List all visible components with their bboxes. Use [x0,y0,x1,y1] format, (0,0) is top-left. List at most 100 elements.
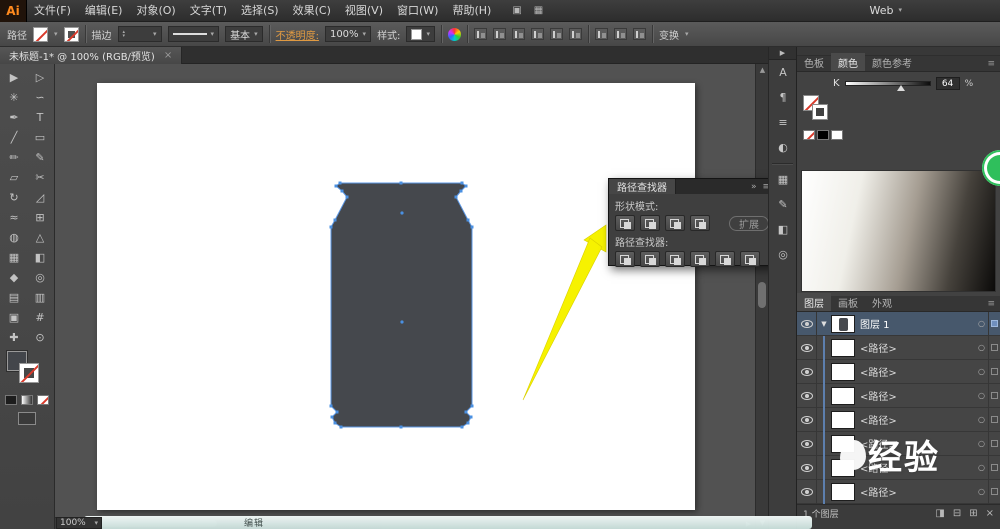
blend-tool-icon[interactable]: ◎ [27,267,53,287]
direct-selection-tool-icon[interactable]: ▷ [27,67,53,87]
symbols-panel-icon[interactable]: ▦ [769,167,797,192]
color-mode-icon[interactable] [5,395,17,405]
tab-swatches[interactable]: 色板 [797,53,831,71]
width-tool-icon[interactable]: ≈ [1,207,27,227]
target-icon[interactable]: ○ [978,463,985,472]
scale-tool-icon[interactable]: ◿ [27,187,53,207]
perspective-grid-tool-icon[interactable]: △ [27,227,53,247]
color-spectrum-ramp[interactable] [801,170,996,292]
close-icon[interactable]: × [164,50,172,61]
delete-layer-icon[interactable]: × [986,508,994,519]
none-swatch[interactable] [803,130,815,140]
rotate-tool-icon[interactable]: ↻ [1,187,27,207]
free-transform-tool-icon[interactable]: ⊞ [27,207,53,227]
stroke-color-swatch[interactable] [63,26,79,42]
align-right-icon[interactable] [511,28,525,40]
magic-wand-tool-icon[interactable]: ✳ [1,87,27,107]
minus-front-icon[interactable] [640,215,660,231]
symbol-sprayer-tool-icon[interactable]: ▤ [1,287,27,307]
outline-icon[interactable] [715,251,735,267]
brush-definition-dropdown[interactable]: 基本 ▾ [225,26,263,42]
layer-thumbnail[interactable] [831,338,855,357]
eraser-tool-icon[interactable]: ▱ [1,167,27,187]
target-icon[interactable]: ○ [978,415,985,424]
merge-icon[interactable] [665,251,685,267]
mesh-tool-icon[interactable]: ▦ [1,247,27,267]
target-icon[interactable]: ○ [978,391,985,400]
make-mask-icon[interactable]: ◨ [935,508,944,519]
panel-menu-icon[interactable]: ≡ [762,182,768,192]
layer-name[interactable]: <路径> [860,484,897,499]
selection-column[interactable] [988,479,1000,504]
visibility-toggle[interactable] [797,383,817,408]
gradient-panel-icon[interactable]: ◧ [769,217,797,242]
style-dropdown[interactable]: ▾ [406,26,435,42]
stroke-width-input[interactable]: ▴ ▾ ▾ [117,26,162,42]
menu-select[interactable]: 选择(S) [234,0,286,22]
distribute-spacing-icon[interactable] [632,28,646,40]
layer-row[interactable]: <路径> ○ [797,359,1000,384]
layer-row[interactable]: <路径> ○ [797,479,1000,504]
visibility-toggle[interactable] [797,359,817,384]
eyedropper-tool-icon[interactable]: ◆ [1,267,27,287]
layer-row[interactable]: <路径> ○ [797,407,1000,432]
tab-artboards[interactable]: 画板 [831,293,865,311]
pathfinder-header[interactable]: 路径查找器 » ≡ [609,179,768,194]
layer-thumbnail[interactable] [831,386,855,405]
expand-button[interactable]: 扩展 [729,215,768,231]
target-icon[interactable]: ○ [978,487,985,496]
stepper-icon[interactable]: ▴ ▾ [123,30,126,39]
menu-edit[interactable]: 编辑(E) [78,0,130,22]
distribute-vertical-icon[interactable] [613,28,627,40]
appearance-panel-icon[interactable]: ◎ [769,242,797,267]
stroke-panel-icon[interactable]: ≡ [769,110,797,135]
layer-thumbnail[interactable] [831,458,855,477]
gradient-mode-icon[interactable] [21,395,33,405]
collapse-panel-icon[interactable]: » [751,182,757,192]
tab-appearance[interactable]: 外观 [865,293,899,311]
opacity-dropdown[interactable]: 100% ▾ [324,26,372,42]
rectangle-tool-icon[interactable]: ▭ [27,127,53,147]
none-mode-icon[interactable] [37,395,49,405]
workspace-switcher[interactable]: Web ▾ [870,4,903,17]
layer-row[interactable]: <路径> ○ [797,383,1000,408]
intersect-icon[interactable] [665,215,685,231]
layer-name[interactable]: <路径> [860,388,897,403]
layer-name[interactable]: <路径> [860,436,897,451]
brushes-panel-icon[interactable]: ✎ [769,192,797,217]
visibility-toggle[interactable] [797,455,817,480]
k-value-input[interactable]: 64 [935,77,960,90]
divide-icon[interactable] [615,251,635,267]
k-slider[interactable] [844,78,931,91]
selection-column[interactable] [988,407,1000,432]
layer-thumbnail[interactable] [831,482,855,501]
paintbrush-tool-icon[interactable]: ✏ [1,147,27,167]
layer-name[interactable]: <路径> [860,412,897,427]
pathfinder-tab[interactable]: 路径查找器 [609,179,676,194]
visibility-toggle[interactable] [797,479,817,504]
layer-thumbnail[interactable] [831,410,855,429]
tab-layers[interactable]: 图层 [797,293,831,311]
layer-name[interactable]: 图层 1 [860,316,890,331]
selection-column[interactable] [988,455,1000,480]
pencil-tool-icon[interactable]: ✎ [27,147,53,167]
gradient-tool-icon[interactable]: ◧ [27,247,53,267]
layer-row[interactable]: <路径> ○ [797,455,1000,480]
fill-caret-icon[interactable]: ▾ [54,30,58,38]
align-bottom-icon[interactable] [568,28,582,40]
menu-help[interactable]: 帮助(H) [445,0,498,22]
selection-tool-icon[interactable]: ▶ [1,67,27,87]
document-tab[interactable]: 未标题-1* @ 100% (RGB/预览) × [0,47,183,64]
target-icon[interactable]: ○ [978,439,985,448]
menu-effect[interactable]: 效果(C) [286,0,338,22]
expand-toggle[interactable]: ▼ [817,312,831,336]
selection-column[interactable] [988,431,1000,456]
new-sublayer-icon[interactable]: ⊟ [953,508,961,519]
visibility-toggle[interactable] [797,311,817,336]
align-center-icon[interactable] [492,28,506,40]
layer-thumbnail[interactable] [831,314,855,333]
selection-column[interactable] [988,383,1000,408]
panel-menu-icon[interactable]: ≡ [982,299,1000,311]
pen-tool-icon[interactable]: ✒ [1,107,27,127]
slider-thumb-icon[interactable] [896,84,905,91]
